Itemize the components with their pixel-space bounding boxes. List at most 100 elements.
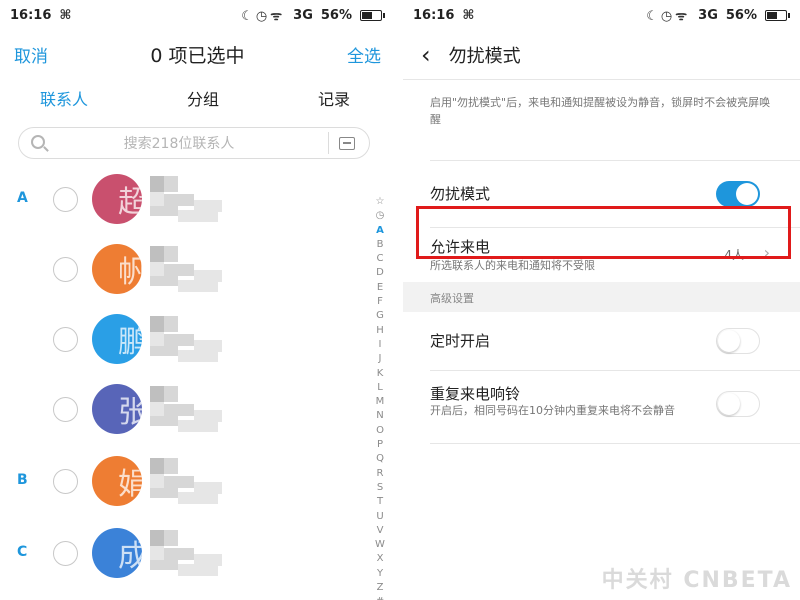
index-letter[interactable]: O [376, 424, 384, 438]
list-item[interactable]: 鹏 [0, 310, 360, 370]
index-letter[interactable]: C [377, 252, 384, 266]
avatar-char: 娟 [118, 467, 142, 502]
blurred-name-block [150, 416, 178, 426]
index-letter[interactable]: # [376, 595, 384, 600]
avatar: 超 [92, 174, 142, 224]
blurred-name-block [178, 280, 218, 292]
scheduled-row[interactable]: 定时开启 [403, 312, 800, 370]
section-letter: C [17, 544, 28, 560]
scheduled-toggle[interactable] [716, 328, 760, 354]
index-letter[interactable]: I [379, 338, 382, 352]
battery-icon [360, 9, 385, 21]
section-letter: A [17, 190, 28, 206]
blurred-name-block [150, 262, 164, 276]
index-letter[interactable]: X [377, 552, 384, 566]
allow-calls-subtitle: 所选联系人的来电和通知将不受限 [430, 259, 595, 272]
index-letter[interactable]: U [376, 510, 383, 524]
index-letter[interactable]: E [377, 281, 383, 295]
blurred-name-block [150, 560, 178, 570]
tab-bar: 联系人 分组 记录 [0, 78, 395, 118]
index-letter[interactable]: B [377, 238, 384, 252]
index-letter[interactable]: W [375, 538, 385, 552]
cancel-button[interactable]: 取消 [14, 42, 48, 67]
blurred-name-block [178, 350, 218, 362]
page-title: 勿扰模式 [448, 45, 521, 67]
avatar-char: 成 [118, 539, 142, 574]
search-placeholder: 搜索218位联系人 [123, 136, 235, 152]
select-checkbox[interactable] [53, 257, 78, 282]
index-letter[interactable]: ◷ [376, 209, 385, 223]
list-item[interactable]: B娟 [0, 452, 360, 512]
avatar-char: 张 [118, 395, 142, 430]
blurred-name-block [150, 206, 178, 216]
blurred-name-block [178, 492, 218, 504]
list-item[interactable]: C成 [0, 524, 360, 584]
blurred-name-block [178, 564, 218, 576]
index-letter[interactable]: Y [377, 567, 383, 581]
blurred-name-block [150, 246, 164, 262]
status-time: 16:16 [10, 7, 52, 23]
avatar: 成 [92, 528, 142, 578]
index-letter[interactable]: V [377, 524, 384, 538]
blurred-name-block [164, 476, 194, 488]
select-checkbox[interactable] [53, 327, 78, 352]
index-letter[interactable]: N [376, 409, 383, 423]
repeat-calls-toggle[interactable] [716, 391, 760, 417]
blurred-name-block [178, 210, 218, 222]
repeat-calls-row[interactable]: 重复来电响铃 开启后，相同号码在10分钟内重复来电将不会静音 [403, 371, 800, 443]
list-item[interactable]: A超 [0, 170, 360, 230]
blurred-name-block [164, 194, 194, 206]
status-icons: ☾◷ᯤ [241, 9, 286, 24]
select-checkbox[interactable] [53, 397, 78, 422]
list-item[interactable]: 张 [0, 380, 360, 440]
index-letter[interactable]: S [377, 481, 383, 495]
blurred-name-block [150, 276, 178, 286]
index-letter[interactable]: R [377, 467, 384, 481]
network-type: 3G [698, 7, 718, 23]
index-letter[interactable]: Q [376, 452, 384, 466]
blurred-name-block [150, 192, 164, 206]
card-scan-icon[interactable] [339, 137, 355, 150]
dnd-toggle[interactable] [716, 181, 760, 207]
blurred-name-block [178, 420, 218, 432]
index-letter[interactable]: Z [377, 581, 384, 595]
index-letter[interactable]: M [376, 395, 385, 409]
select-checkbox[interactable] [53, 469, 78, 494]
search-input[interactable]: 搜索218位联系人 [18, 127, 370, 159]
select-checkbox[interactable] [53, 541, 78, 566]
index-letter[interactable]: T [377, 495, 383, 509]
advanced-settings-header: 高级设置 [403, 282, 800, 312]
dnd-description: 启用"勿扰模式"后，来电和通知提醒被设为静音，锁屏时不会被亮屏唤醒 [430, 96, 771, 126]
index-letter[interactable]: A [376, 224, 384, 238]
status-bar: 16:16 ⌘ ☾◷ᯤ 3G 56% [403, 0, 800, 30]
index-letter[interactable]: G [376, 309, 384, 323]
index-letter[interactable]: D [376, 266, 384, 280]
blurred-name-block [150, 332, 164, 346]
screen-divider [395, 0, 403, 600]
scheduled-label: 定时开启 [430, 332, 491, 350]
blurred-name-block [164, 334, 194, 346]
index-letter[interactable]: ☆ [376, 195, 385, 209]
battery-percent: 56% [320, 7, 352, 23]
index-letter[interactable]: F [377, 295, 383, 309]
tab-contacts[interactable]: 联系人 [40, 86, 88, 110]
select-checkbox[interactable] [53, 187, 78, 212]
blurred-name-block [150, 346, 178, 356]
index-letter[interactable]: K [377, 367, 384, 381]
blurred-name-block [164, 548, 194, 560]
tab-groups[interactable]: 分组 [187, 86, 219, 110]
index-letter[interactable]: H [376, 324, 384, 338]
back-chevron-icon[interactable]: ‹ [421, 43, 431, 67]
blurred-name-block [164, 176, 178, 192]
index-letter[interactable]: L [377, 381, 383, 395]
search-row: 搜索218位联系人 [0, 118, 395, 168]
index-letter[interactable]: J [379, 352, 382, 366]
status-bar: 16:16 ⌘ ☾◷ᯤ 3G 56% [0, 0, 395, 30]
list-item[interactable]: 帆 [0, 240, 360, 300]
avatar-char: 超 [118, 185, 142, 220]
tab-records[interactable]: 记录 [318, 86, 350, 110]
index-letter[interactable]: P [377, 438, 383, 452]
select-all-button[interactable]: 全选 [347, 42, 381, 67]
blurred-name-block [150, 530, 164, 546]
alphabet-index[interactable]: ☆◷ABCDEFGHIJKLMNOPQRSTUVWXYZ# [373, 195, 387, 600]
